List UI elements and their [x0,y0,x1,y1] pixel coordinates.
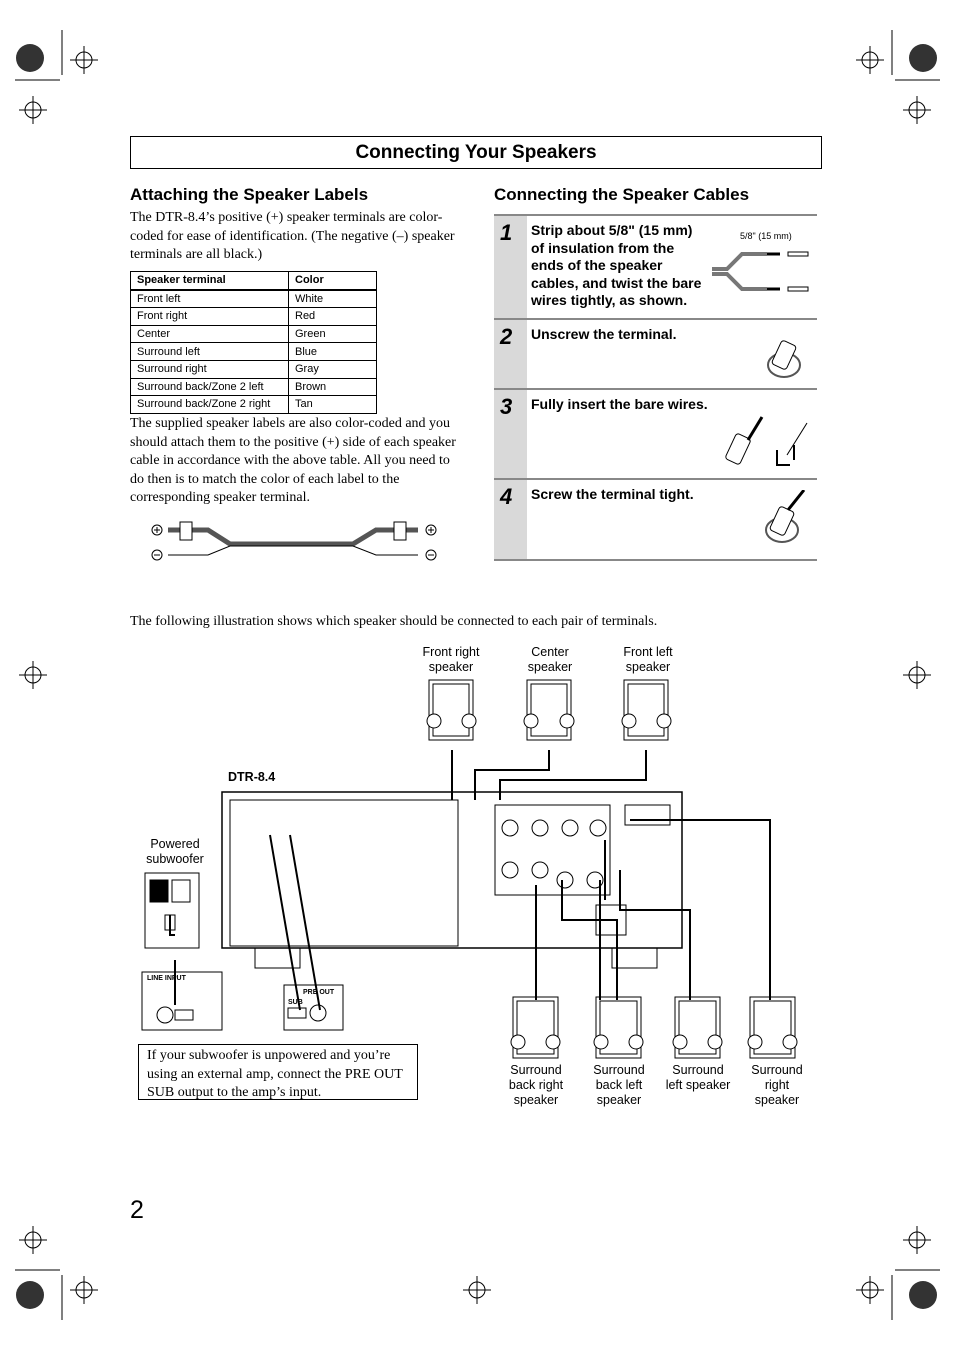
label-front-right: Front right speaker [422,645,480,674]
label-front-left: Front left speaker [623,645,673,674]
label-surround-back-left: Surround back left speaker [593,1063,645,1107]
front-right-speaker-icon [426,679,477,741]
receiver-model-label: DTR-8.4 [228,770,276,784]
front-left-speaker-icon [621,679,672,741]
line-input-label: LINE INPUT [147,975,186,982]
subwoofer-note: If your subwoofer is unpowered and you’r… [138,1044,418,1100]
bottom-speaker-icon [672,996,723,1059]
manual-page: Connecting Your Speakers Attaching the S… [0,0,954,1351]
center-speaker-icon [523,679,575,741]
label-surround-left: Surround left speaker [665,1063,731,1092]
label-surround-right: Surround right speaker [751,1063,803,1107]
label-subwoofer: Powered subwoofer [146,837,204,866]
subwoofer-icon [144,872,200,949]
label-center: Center speaker [527,645,573,674]
bottom-speaker-icon [593,996,644,1059]
page-number: 2 [130,1196,144,1224]
bottom-speaker-icon [510,996,561,1059]
bottom-speaker-icon [747,996,798,1059]
sub-label: SUB [288,999,303,1006]
label-surround-back-right: Surround back right speaker [508,1063,564,1107]
receiver-icon [221,791,683,969]
pre-out-label: PRE OUT [303,989,335,996]
connection-diagram [141,679,798,1059]
